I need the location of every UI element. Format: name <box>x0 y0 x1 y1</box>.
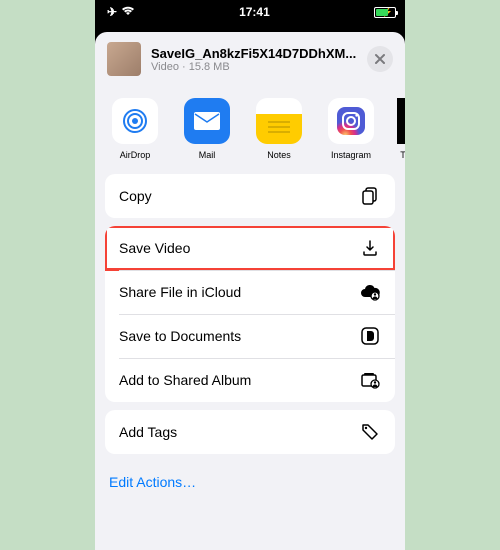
documents-app-icon <box>359 325 381 347</box>
action-label: Save to Documents <box>119 328 241 344</box>
target-instagram[interactable]: Instagram <box>325 98 377 160</box>
action-group-1: Copy <box>105 174 395 218</box>
target-mail[interactable]: Mail <box>181 98 233 160</box>
phone-frame: ✈ 17:41 ⚡ SaveIG_An8kzFi5X14D7DDhXM... V… <box>95 0 405 550</box>
close-button[interactable] <box>367 46 393 72</box>
status-bar: ✈ 17:41 ⚡ <box>95 0 405 24</box>
instagram-icon <box>328 98 374 144</box>
action-group-2: Save Video Share File in iCloud Save to … <box>105 226 395 402</box>
status-right: ⚡ <box>374 7 393 18</box>
header-text: SaveIG_An8kzFi5X14D7DDhXM... Video · 15.… <box>151 46 357 73</box>
action-save-video[interactable]: Save Video <box>105 226 395 270</box>
icloud-share-icon <box>359 281 381 303</box>
target-label: AirDrop <box>120 150 151 160</box>
action-add-tags[interactable]: Add Tags <box>105 410 395 454</box>
action-label: Share File in iCloud <box>119 284 241 300</box>
target-airdrop[interactable]: AirDrop <box>109 98 161 160</box>
file-title: SaveIG_An8kzFi5X14D7DDhXM... <box>151 46 357 61</box>
download-icon <box>359 237 381 259</box>
copy-icon <box>359 185 381 207</box>
notes-icon <box>256 98 302 144</box>
action-save-documents[interactable]: Save to Documents <box>105 314 395 358</box>
edit-actions-label: Edit Actions… <box>109 474 196 490</box>
file-subtitle: Video · 15.8 MB <box>151 61 357 73</box>
target-partial[interactable]: T <box>397 98 405 160</box>
airdrop-icon <box>112 98 158 144</box>
target-label: Notes <box>267 150 291 160</box>
status-time: 17:41 <box>239 5 270 19</box>
modal-backdrop: SaveIG_An8kzFi5X14D7DDhXM... Video · 15.… <box>95 24 405 550</box>
action-label: Copy <box>119 188 152 204</box>
target-notes[interactable]: Notes <box>253 98 305 160</box>
file-thumbnail <box>107 42 141 76</box>
actions-list: Copy Save Video Share File in iC <box>95 174 405 504</box>
mail-icon <box>184 98 230 144</box>
share-header: SaveIG_An8kzFi5X14D7DDhXM... Video · 15.… <box>95 32 405 86</box>
action-label: Add to Shared Album <box>119 372 251 388</box>
action-label: Save Video <box>119 240 190 256</box>
action-group-3: Add Tags <box>105 410 395 454</box>
tag-icon <box>359 421 381 443</box>
shared-album-icon <box>359 369 381 391</box>
target-label: T <box>400 150 405 160</box>
action-share-icloud[interactable]: Share File in iCloud <box>105 270 395 314</box>
action-copy[interactable]: Copy <box>105 174 395 218</box>
airplane-icon: ✈ <box>107 5 117 19</box>
share-targets-row: AirDrop Mail Notes <box>95 86 405 174</box>
target-label: Mail <box>199 150 216 160</box>
status-left: ✈ <box>107 5 135 19</box>
target-label: Instagram <box>331 150 371 160</box>
action-add-shared-album[interactable]: Add to Shared Album <box>105 358 395 402</box>
battery-icon <box>374 7 396 18</box>
wifi-icon <box>121 5 135 19</box>
action-label: Add Tags <box>119 424 177 440</box>
partial-icon <box>397 98 405 144</box>
edit-actions-button[interactable]: Edit Actions… <box>95 462 405 504</box>
close-icon <box>374 53 386 65</box>
share-sheet: SaveIG_An8kzFi5X14D7DDhXM... Video · 15.… <box>95 32 405 550</box>
